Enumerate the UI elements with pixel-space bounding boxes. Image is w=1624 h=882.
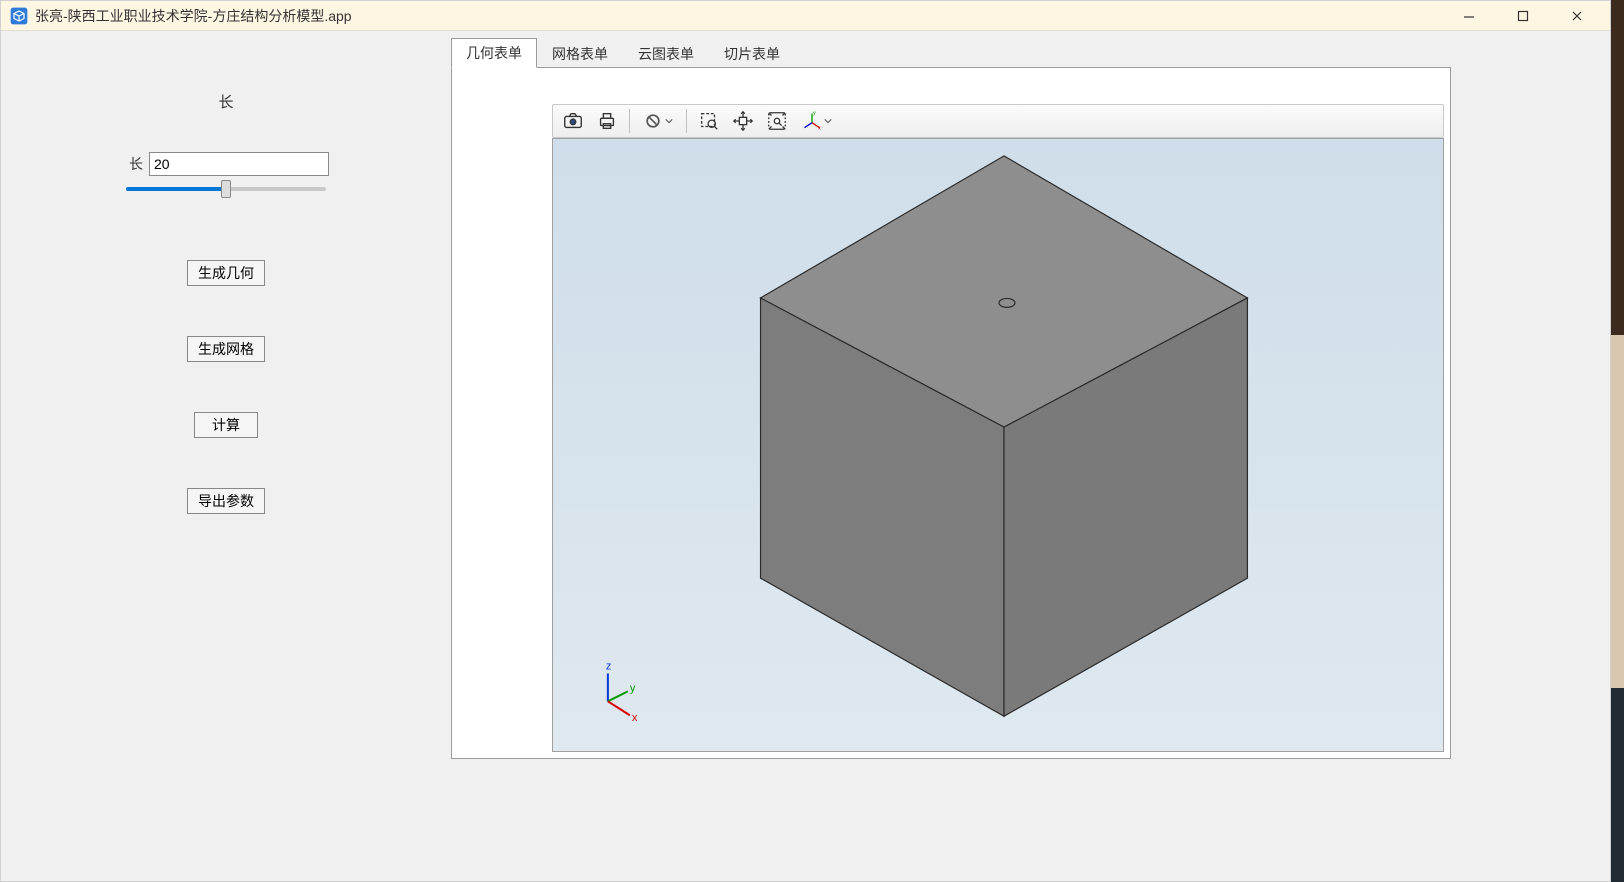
app-window: 张亮-陕西工业职业技术学院-方庄结构分析模型.app 长 长: [0, 0, 1611, 882]
generate-geometry-button[interactable]: 生成几何: [187, 260, 265, 286]
minimize-button[interactable]: [1454, 6, 1484, 26]
cube-model: z y x: [553, 139, 1443, 751]
viewer-toolbar: y x: [552, 104, 1444, 138]
button-column: 生成几何 生成网格 计算 导出参数: [1, 260, 451, 514]
viewport-3d[interactable]: z y x: [552, 138, 1444, 752]
toolbar-separator: [629, 109, 630, 133]
svg-text:y: y: [813, 111, 816, 116]
section-title: 长: [1, 91, 451, 112]
tab-panel-geometry: y x: [451, 67, 1451, 759]
svg-text:x: x: [818, 125, 821, 131]
chevron-down-icon: [824, 117, 832, 125]
maximize-button[interactable]: [1508, 6, 1538, 26]
camera-icon[interactable]: [557, 107, 589, 135]
tabs: 几何表单 网格表单 云图表单 切片表单: [451, 41, 1610, 67]
app-icon: [9, 6, 29, 26]
compute-button[interactable]: 计算: [194, 412, 258, 438]
reset-dropdown-icon[interactable]: [636, 107, 680, 135]
print-icon[interactable]: [591, 107, 623, 135]
toolbar-separator: [686, 109, 687, 133]
sidebar: 长 长 生成几何 生成网格 计算 导出参数: [1, 31, 451, 881]
tab-geometry[interactable]: 几何表单: [451, 38, 537, 68]
close-button[interactable]: [1562, 6, 1592, 26]
length-field-row: 长: [1, 152, 451, 176]
generate-mesh-button[interactable]: 生成网格: [187, 336, 265, 362]
export-params-button[interactable]: 导出参数: [187, 488, 265, 514]
length-slider[interactable]: [126, 180, 326, 198]
axis-z-label: z: [606, 661, 611, 673]
body-area: 长 长 生成几何 生成网格 计算 导出参数 几何表单 网格表单 云图表单 切片表…: [1, 31, 1610, 881]
zoom-box-icon[interactable]: [693, 107, 725, 135]
length-label: 长: [123, 154, 143, 174]
chevron-down-icon: [665, 117, 673, 125]
main-area: 几何表单 网格表单 云图表单 切片表单: [451, 31, 1610, 881]
window-controls: [1454, 6, 1592, 26]
titlebar: 张亮-陕西工业职业技术学院-方庄结构分析模型.app: [1, 1, 1610, 31]
window-title: 张亮-陕西工业职业技术学院-方庄结构分析模型.app: [35, 6, 1454, 26]
length-slider-wrap: [1, 178, 451, 200]
tab-mesh[interactable]: 网格表单: [537, 39, 623, 68]
tab-slice[interactable]: 切片表单: [709, 39, 795, 68]
pan-icon[interactable]: [727, 107, 759, 135]
zoom-extents-icon[interactable]: [761, 107, 793, 135]
length-input[interactable]: [149, 152, 329, 176]
axis-y-label: y: [630, 682, 636, 694]
axis-x-label: x: [632, 712, 638, 724]
desktop-edge: [1611, 0, 1624, 882]
axes-dropdown-icon[interactable]: y x: [795, 107, 839, 135]
tab-cloud[interactable]: 云图表单: [623, 39, 709, 68]
